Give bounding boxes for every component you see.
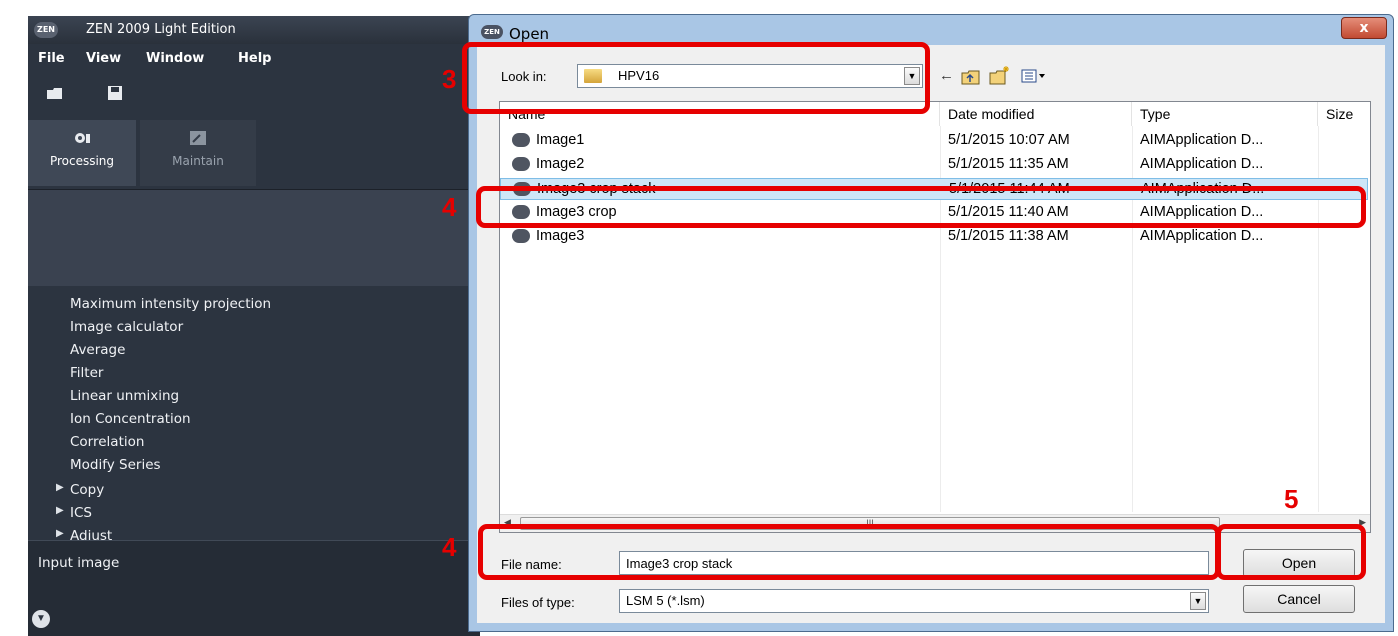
list-item-image-calculator[interactable]: Image calculator — [70, 319, 183, 339]
lsm-file-icon — [512, 133, 530, 147]
expand-arrow-icon[interactable]: ▶ — [56, 482, 64, 493]
view-menu-icon[interactable] — [1021, 69, 1047, 83]
column-header-date[interactable]: Date modified — [940, 102, 1132, 126]
file-name: Image1 — [536, 132, 585, 148]
highlight-open-button — [1216, 524, 1366, 580]
close-button[interactable]: x — [1341, 17, 1387, 39]
file-date: 5/1/2015 11:38 AM — [948, 228, 1069, 244]
file-name: Image3 — [536, 228, 585, 244]
tree-item-ics[interactable]: ▶ ICS — [56, 505, 92, 525]
highlight-selected-file — [476, 186, 1366, 228]
tree-item-copy[interactable]: ▶ Copy — [56, 482, 105, 502]
files-of-type-dropdown[interactable]: LSM 5 (*.lsm) ▼ — [619, 589, 1209, 613]
list-item-linear-unmixing[interactable]: Linear unmixing — [70, 388, 179, 408]
step-number-5: 5 — [1284, 484, 1299, 514]
zen-main-window: ZEN ZEN 2009 Light Edition File View Win… — [28, 16, 480, 636]
step-number-3: 3 — [442, 64, 457, 94]
input-image-label: Input image — [38, 555, 120, 571]
file-list[interactable]: Name Date modified Type Size Image1 5/1/… — [499, 101, 1371, 533]
highlight-file-name — [478, 524, 1220, 580]
list-item-average[interactable]: Average — [70, 342, 125, 362]
list-item-ion-concentration[interactable]: Ion Concentration — [70, 411, 191, 431]
zen-window-title: ZEN 2009 Light Edition — [86, 22, 236, 37]
new-folder-icon[interactable] — [989, 65, 1011, 85]
zen-title-bar: ZEN ZEN 2009 Light Edition — [28, 16, 480, 44]
gear-icon — [75, 133, 90, 143]
table-row[interactable]: Image2 5/1/2015 11:35 AM AIMApplication … — [500, 154, 1368, 176]
dialog-title: Open — [509, 25, 550, 43]
dialog-logo-icon: ZEN — [481, 25, 503, 39]
tree-item-ics-label: ICS — [70, 505, 92, 521]
input-image-section: Input image — [28, 540, 480, 636]
up-folder-icon[interactable] — [961, 69, 981, 85]
tab-processing[interactable]: Processing — [28, 120, 136, 186]
processing-function-list: Maximum intensity projection Image calcu… — [28, 286, 480, 544]
back-arrow-icon[interactable]: ← — [939, 67, 954, 84]
collapse-chevron-icon[interactable]: ▼ — [32, 610, 50, 628]
column-header-type[interactable]: Type — [1132, 102, 1318, 126]
step-number-4b: 4 — [442, 532, 457, 562]
menu-help[interactable]: Help — [238, 51, 271, 66]
files-of-type-label: Files of type: — [501, 595, 575, 610]
chevron-down-icon[interactable]: ▼ — [1190, 592, 1206, 610]
table-row[interactable]: Image3 5/1/2015 11:38 AM AIMApplication … — [500, 226, 1368, 248]
save-icon[interactable] — [106, 86, 124, 100]
column-header-size[interactable]: Size — [1318, 102, 1370, 126]
files-of-type-value: LSM 5 (*.lsm) — [626, 593, 705, 608]
table-row[interactable]: Image1 5/1/2015 10:07 AM AIMApplication … — [500, 130, 1368, 152]
zen-empty-panel — [28, 190, 480, 286]
file-name: Image2 — [536, 156, 585, 172]
list-item-max-intensity[interactable]: Maximum intensity projection — [70, 296, 271, 316]
wrench-icon — [190, 131, 206, 145]
tab-maintain[interactable]: Maintain — [140, 120, 256, 186]
cancel-button[interactable]: Cancel — [1243, 585, 1355, 613]
file-date: 5/1/2015 10:07 AM — [948, 132, 1070, 148]
expand-arrow-icon[interactable]: ▶ — [56, 528, 64, 539]
menu-file[interactable]: File — [38, 51, 65, 66]
list-item-modify-series[interactable]: Modify Series — [70, 457, 161, 477]
highlight-look-in — [462, 42, 930, 114]
tab-processing-label: Processing — [49, 154, 115, 168]
lsm-file-icon — [512, 229, 530, 243]
zen-logo-icon: ZEN — [34, 22, 58, 38]
list-item-filter[interactable]: Filter — [70, 365, 103, 385]
tree-item-copy-label: Copy — [70, 482, 105, 498]
file-type: AIMApplication D... — [1140, 132, 1264, 148]
zen-tab-strip: Processing Maintain — [28, 120, 480, 190]
step-number-4a: 4 — [442, 192, 457, 222]
menu-view[interactable]: View — [86, 51, 121, 66]
menu-window[interactable]: Window — [146, 51, 204, 66]
tab-maintain-label: Maintain — [172, 154, 224, 168]
file-type: AIMApplication D... — [1140, 156, 1264, 172]
open-folder-icon[interactable] — [46, 86, 64, 100]
lsm-file-icon — [512, 157, 530, 171]
list-item-correlation[interactable]: Correlation — [70, 434, 144, 454]
file-type: AIMApplication D... — [1140, 228, 1264, 244]
file-date: 5/1/2015 11:35 AM — [948, 156, 1069, 172]
expand-arrow-icon[interactable]: ▶ — [56, 505, 64, 516]
zen-toolbar — [28, 76, 480, 112]
